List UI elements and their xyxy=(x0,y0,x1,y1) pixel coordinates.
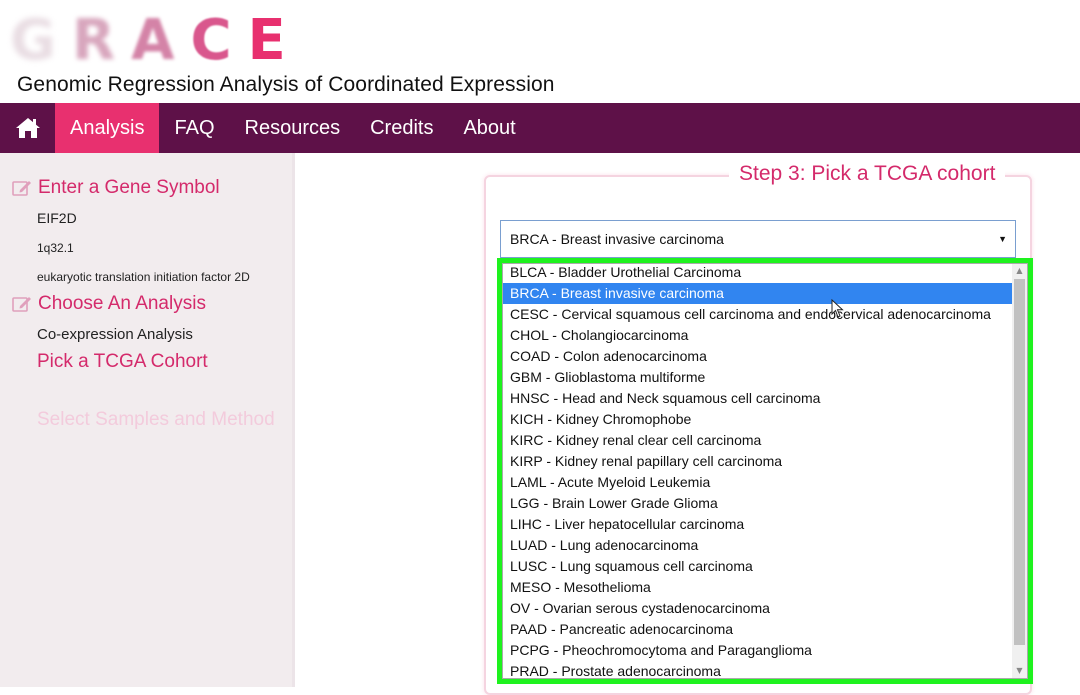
home-icon xyxy=(15,118,40,138)
option-laml[interactable]: LAML - Acute Myeloid Leukemia xyxy=(503,472,1013,493)
site-header: G R A C E Genomic Regression Analysis of… xyxy=(0,0,1080,103)
panel-legend: Step 3: Pick a TCGA cohort xyxy=(729,162,1006,186)
option-kirc[interactable]: KIRC - Kidney renal clear cell carcinoma xyxy=(503,430,1013,451)
option-kich[interactable]: KICH - Kidney Chromophobe xyxy=(503,409,1013,430)
logo-letter: E xyxy=(247,8,302,73)
logo-letter: C xyxy=(190,8,248,73)
cohort-options-list[interactable]: BLCA - Bladder Urothelial Carcinoma BRCA… xyxy=(502,263,1028,679)
nav-item-faq[interactable]: FAQ xyxy=(159,103,229,153)
dropdown-caret-icon: ▼ xyxy=(998,234,1007,244)
option-chol[interactable]: CHOL - Cholangiocarcinoma xyxy=(503,325,1013,346)
option-lihc[interactable]: LIHC - Liver hepatocellular carcinoma xyxy=(503,514,1013,535)
pencil-edit-icon xyxy=(12,297,31,312)
grace-logo[interactable]: G R A C E xyxy=(10,10,302,72)
option-meso[interactable]: MESO - Mesothelioma xyxy=(503,577,1013,598)
option-paad[interactable]: PAAD - Pancreatic adenocarcinoma xyxy=(503,619,1013,640)
nav-item-resources[interactable]: Resources xyxy=(230,103,356,153)
nav-item-about[interactable]: About xyxy=(448,103,530,153)
step-gene-label: Enter a Gene Symbol xyxy=(38,177,220,198)
option-blca[interactable]: BLCA - Bladder Urothelial Carcinoma xyxy=(503,264,1013,283)
option-ov[interactable]: OV - Ovarian serous cystadenocarcinoma xyxy=(503,598,1013,619)
analysis-value: Co-expression Analysis xyxy=(37,326,193,343)
step-gene-heading[interactable]: Enter a Gene Symbol xyxy=(12,177,220,199)
cohort-select[interactable]: BRCA - Breast invasive carcinoma ▼ xyxy=(500,220,1016,258)
option-luad[interactable]: LUAD - Lung adenocarcinoma xyxy=(503,535,1013,556)
option-kirp[interactable]: KIRP - Kidney renal papillary cell carci… xyxy=(503,451,1013,472)
option-brca[interactable]: BRCA - Breast invasive carcinoma xyxy=(503,283,1013,304)
cohort-select-value: BRCA - Breast invasive carcinoma xyxy=(510,231,724,247)
scrollbar-thumb[interactable] xyxy=(1014,279,1025,645)
option-prad[interactable]: PRAD - Prostate adenocarcinoma xyxy=(503,661,1013,678)
nav-item-analysis[interactable]: Analysis xyxy=(55,103,160,153)
logo-letter: G xyxy=(10,8,72,73)
site-subtitle: Genomic Regression Analysis of Coordinat… xyxy=(17,73,555,96)
step-analysis-label: Choose An Analysis xyxy=(38,293,206,314)
option-gbm[interactable]: GBM - Glioblastoma multiforme xyxy=(503,367,1013,388)
pencil-edit-icon xyxy=(12,181,31,196)
gene-full-name: eukaryotic translation initiation factor… xyxy=(37,270,250,284)
nav-home[interactable] xyxy=(0,103,55,153)
option-cesc[interactable]: CESC - Cervical squamous cell carcinoma … xyxy=(503,304,1013,325)
option-hnsc[interactable]: HNSC - Head and Neck squamous cell carci… xyxy=(503,388,1013,409)
option-lusc[interactable]: LUSC - Lung squamous cell carcinoma xyxy=(503,556,1013,577)
scroll-down-arrow-icon[interactable]: ▼ xyxy=(1012,664,1027,678)
scroll-up-arrow-icon[interactable]: ▲ xyxy=(1012,264,1027,278)
gene-location: 1q32.1 xyxy=(37,241,74,255)
gene-symbol: EIF2D xyxy=(37,210,77,226)
nav-item-credits[interactable]: Credits xyxy=(355,103,448,153)
main-nav: Analysis FAQ Resources Credits About xyxy=(0,103,1080,153)
mouse-cursor-icon xyxy=(831,299,844,318)
progress-sidebar: Enter a Gene Symbol EIF2D 1q32.1 eukaryo… xyxy=(0,153,295,687)
step-analysis-heading[interactable]: Choose An Analysis xyxy=(12,293,206,315)
option-pcpg[interactable]: PCPG - Pheochromocytoma and Paragangliom… xyxy=(503,640,1013,661)
step-cohort: Pick a TCGA Cohort xyxy=(37,351,208,372)
step-samples-method: Select Samples and Method xyxy=(37,409,275,430)
option-coad[interactable]: COAD - Colon adenocarcinoma xyxy=(503,346,1013,367)
logo-letter: R xyxy=(71,8,132,73)
list-scrollbar[interactable]: ▲ ▼ xyxy=(1012,264,1027,678)
option-lgg[interactable]: LGG - Brain Lower Grade Glioma xyxy=(503,493,1013,514)
logo-letter: A xyxy=(131,8,191,73)
